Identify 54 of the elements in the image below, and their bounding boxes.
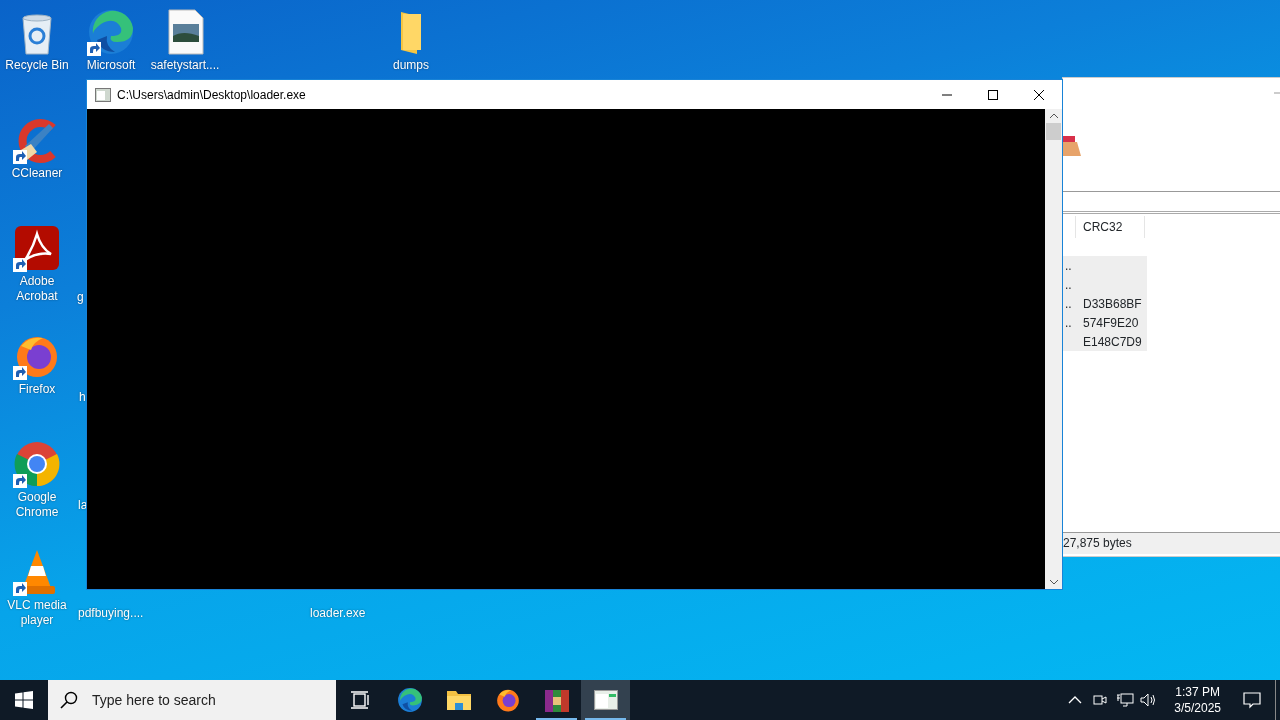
taskbar-clock[interactable]: 1:37 PM 3/5/2025 bbox=[1166, 684, 1229, 716]
icon-label[interactable]: Firefox bbox=[18, 382, 56, 397]
search-field[interactable]: Type here to search bbox=[90, 688, 310, 712]
clock-date: 3/5/2025 bbox=[1174, 700, 1221, 716]
column-header[interactable]: CRC32 bbox=[1075, 216, 1145, 238]
camera-icon[interactable] bbox=[1092, 692, 1109, 708]
scrollbar[interactable] bbox=[1045, 109, 1062, 589]
icon-label[interactable]: VLC media player bbox=[0, 598, 74, 628]
console-icon bbox=[593, 690, 618, 710]
table-cell-text: 574F9E20 bbox=[1083, 314, 1139, 332]
maximize-icon bbox=[988, 89, 998, 100]
icon-label[interactable]: Google Chrome bbox=[0, 490, 74, 520]
clock-time: 1:37 PM bbox=[1174, 684, 1221, 700]
notification-icon bbox=[1243, 691, 1261, 709]
search-bar[interactable]: Type here to search bbox=[48, 680, 336, 720]
folder-icon bbox=[445, 689, 472, 711]
table-cell-text: E148C7D9 bbox=[1083, 333, 1142, 351]
table-row[interactable]: .. 574F9E20 bbox=[1063, 313, 1147, 332]
chevron-up-icon[interactable] bbox=[1068, 695, 1083, 705]
table-row[interactable]: .. bbox=[1063, 256, 1147, 275]
taskbar-button[interactable] bbox=[581, 680, 630, 720]
table-cell-text: D33B68BF bbox=[1083, 295, 1142, 313]
table-cell-text: .. bbox=[1064, 314, 1073, 332]
icon-label[interactable]: safetystart.... bbox=[150, 58, 220, 73]
icon-label[interactable]: CCleaner bbox=[11, 166, 63, 181]
chrome-icon[interactable] bbox=[13, 440, 61, 488]
icon-label[interactable]: Microsoft bbox=[86, 58, 136, 73]
console-icon bbox=[95, 87, 111, 102]
edge-icon bbox=[396, 687, 423, 713]
window-title: C:\Users\admin\Desktop\loader.exe bbox=[117, 86, 307, 104]
icon-label[interactable]: Adobe Acrobat bbox=[0, 274, 74, 304]
acrobat-icon[interactable] bbox=[13, 224, 61, 272]
icon-label[interactable]: h bbox=[79, 390, 86, 405]
icon-label[interactable]: g bbox=[77, 290, 84, 305]
windows-logo-icon bbox=[15, 691, 33, 709]
table-row[interactable]: .. D33B68BF bbox=[1063, 294, 1147, 313]
table-cell-text: .. bbox=[1064, 257, 1073, 275]
firefox-icon bbox=[494, 687, 521, 713]
table-row[interactable]: .. bbox=[1063, 275, 1147, 294]
icon-label[interactable]: Recycle Bin bbox=[5, 58, 69, 73]
close-icon bbox=[1034, 89, 1044, 100]
scroll-thumb[interactable] bbox=[1046, 123, 1061, 140]
icon-label[interactable]: pdfbuying.... bbox=[78, 606, 144, 621]
table-cell-text: .. bbox=[1064, 295, 1073, 313]
table-cell-text: .. bbox=[1064, 276, 1073, 294]
edge-icon[interactable] bbox=[87, 8, 135, 56]
task-view-icon bbox=[350, 691, 371, 709]
books-icon bbox=[543, 687, 570, 713]
table-row[interactable]: E148C7D9 bbox=[1063, 332, 1147, 351]
search-icon bbox=[60, 691, 78, 709]
network-icon[interactable] bbox=[1116, 692, 1135, 708]
status-bar: 27,875 bytes bbox=[1063, 532, 1280, 554]
icon-label[interactable]: loader.exe bbox=[310, 606, 366, 621]
icon-label[interactable]: dumps bbox=[393, 58, 429, 73]
